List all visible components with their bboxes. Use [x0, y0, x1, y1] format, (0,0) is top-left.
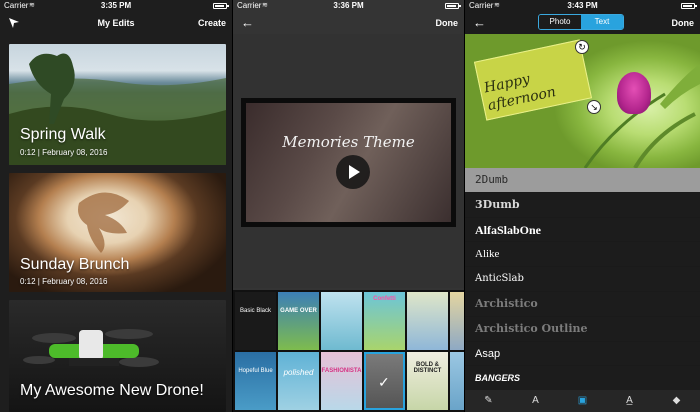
font-item[interactable]: Archistico — [465, 292, 700, 317]
status-bar: Carrier ≋ 3:35 PM — [0, 0, 232, 12]
back-arrow-icon[interactable]: ← — [473, 12, 486, 34]
play-button[interactable] — [336, 155, 370, 189]
theme-thumb[interactable]: Basic Black — [235, 292, 276, 350]
status-time: 3:36 PM — [333, 1, 364, 10]
theme-thumb[interactable] — [321, 292, 362, 350]
card-title: Spring Walk — [20, 126, 106, 143]
done-button[interactable]: Done — [436, 12, 459, 34]
create-button[interactable]: Create — [198, 12, 226, 34]
check-icon: ✓ — [378, 374, 390, 390]
status-time: 3:43 PM — [567, 1, 598, 10]
text-editor-screen: Carrier ≋ 3:43 PM ← Done Photo Text Happ… — [465, 0, 700, 412]
edit-text-icon[interactable]: ✎ — [481, 393, 497, 409]
theme-thumb[interactable]: Hopeful Blue — [235, 352, 276, 410]
edit-card[interactable]: Sunday Brunch 0:12 | February 08, 2016 — [9, 173, 226, 292]
rotate-handle-icon[interactable]: ↻ — [575, 40, 589, 54]
font-item[interactable]: Asap — [465, 342, 700, 367]
font-item[interactable]: 2Dumb — [465, 168, 700, 193]
battery-icon — [213, 3, 229, 9]
tab-photo[interactable]: Photo — [539, 15, 581, 29]
status-time: 3:35 PM — [100, 1, 132, 10]
latte-thumbnail — [78, 192, 129, 253]
card-title: Sunday Brunch — [20, 256, 130, 273]
card-meta: 0:12 | February 08, 2016 — [20, 277, 108, 286]
font-item[interactable]: AlfaSlabOne — [465, 218, 700, 243]
edit-card[interactable]: My Awesome New Drone! — [9, 300, 226, 412]
video-title: Memories Theme — [282, 133, 415, 151]
tab-text[interactable]: Text — [581, 15, 623, 29]
theme-thumb[interactable]: FASHIONISTA — [321, 352, 362, 410]
video-preview-area: Memories Theme — [233, 34, 464, 288]
photo-text-toggle: Photo Text — [538, 14, 624, 30]
nav-bar: My Edits Create — [0, 12, 232, 34]
landscape-thumbnail — [9, 53, 226, 165]
status-bar: Carrier ≋ 3:36 PM — [233, 0, 464, 12]
flower-image — [617, 72, 651, 114]
font-item[interactable]: AnticSlab — [465, 267, 700, 292]
text-size-icon[interactable]: A — [528, 393, 544, 409]
theme-strip: Basic Black GAME OVER Confetti Hopeful B… — [233, 290, 464, 412]
fill-color-icon[interactable]: ◆ — [669, 393, 685, 409]
battery-icon — [681, 3, 697, 9]
photo-canvas[interactable]: Happy afternoon ↻ ↘ — [465, 34, 700, 168]
font-item[interactable]: Alike — [465, 242, 700, 268]
text-toolbar: ✎ A ▣ A̲ ◆ — [465, 390, 700, 412]
done-button[interactable]: Done — [672, 12, 695, 34]
resize-handle-icon[interactable]: ↘ — [587, 100, 601, 114]
theme-thumb-selected[interactable]: ✓ — [364, 352, 405, 410]
back-arrow-icon[interactable]: ← — [241, 12, 254, 34]
video-preview[interactable]: Memories Theme — [241, 98, 456, 227]
theme-thumb[interactable]: polished — [278, 352, 319, 410]
my-edits-screen: Carrier ≋ 3:35 PM My Edits Create Spring… — [0, 0, 232, 412]
font-style-icon[interactable]: ▣ — [575, 393, 591, 409]
status-bar: Carrier ≋ 3:43 PM — [465, 0, 700, 12]
theme-thumb[interactable] — [407, 292, 448, 350]
edit-card[interactable]: Spring Walk 0:12 | February 08, 2016 — [9, 44, 226, 165]
card-title: My Awesome New Drone! — [20, 382, 204, 399]
theme-thumb[interactable] — [450, 352, 464, 410]
theme-thumb[interactable] — [450, 292, 464, 350]
card-meta: 0:12 | February 08, 2016 — [20, 148, 108, 157]
battery-icon — [445, 3, 461, 9]
font-item[interactable]: BANGERS — [465, 366, 700, 392]
theme-screen: Carrier ≋ 3:36 PM ← Done Memories Theme … — [233, 0, 464, 412]
nav-bar: ← Done — [233, 12, 464, 34]
font-list: 2Dumb 3Dumb AlfaSlabOne Alike AnticSlab … — [465, 168, 700, 392]
theme-thumb[interactable]: Confetti — [364, 292, 405, 350]
font-item[interactable]: Archistico Outline — [465, 317, 700, 342]
theme-thumb[interactable]: BOLD & DISTINCT — [407, 352, 448, 410]
theme-thumb[interactable]: GAME OVER — [278, 292, 319, 350]
text-color-icon[interactable]: A̲ — [622, 393, 638, 409]
font-item[interactable]: 3Dumb — [465, 193, 700, 218]
